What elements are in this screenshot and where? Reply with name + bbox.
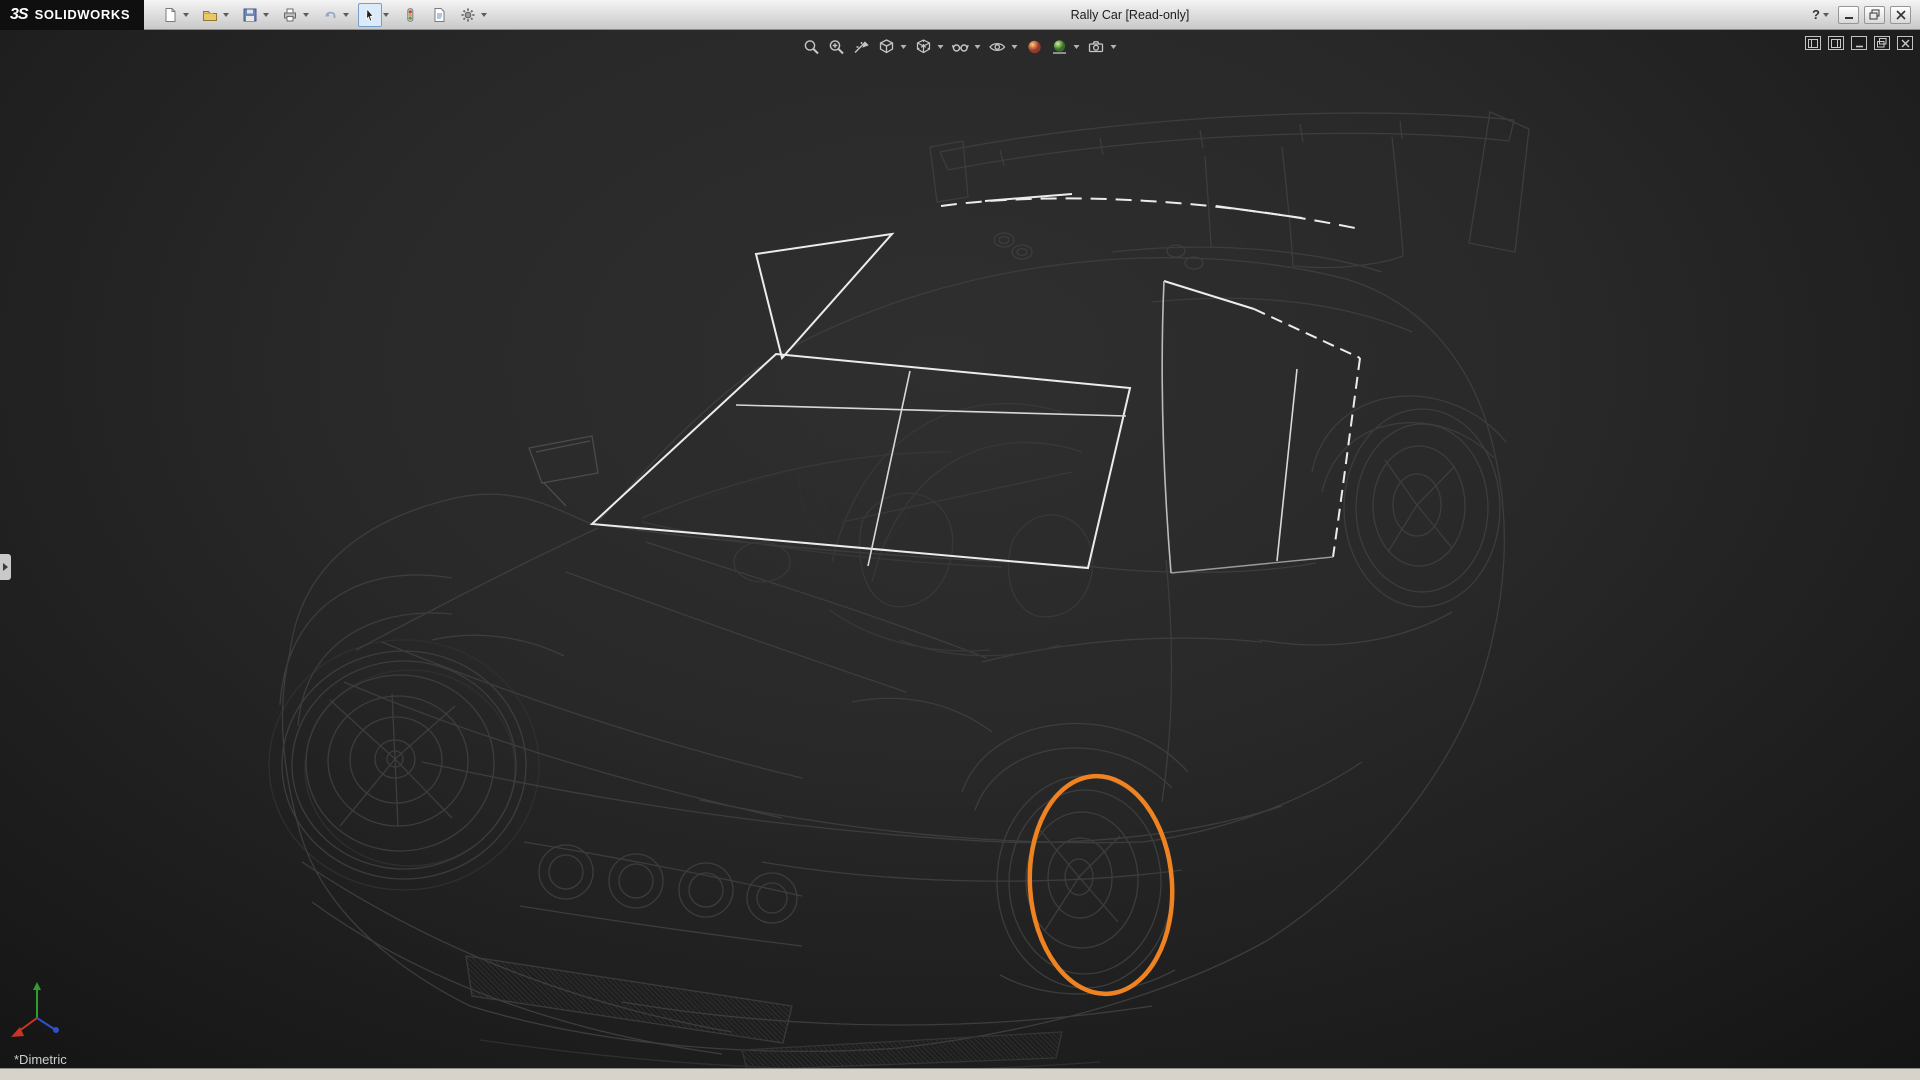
select-tool-dropdown[interactable] <box>383 13 389 17</box>
rebuild-button[interactable] <box>398 3 422 27</box>
rally-car-wireframe[interactable] <box>269 112 1529 1068</box>
app-window-controls: ? <box>1812 6 1920 24</box>
close-icon <box>1896 10 1906 20</box>
display-style-button[interactable] <box>912 35 936 59</box>
brand-mark: 3S <box>10 6 28 24</box>
flyout-arrow-icon <box>3 563 8 571</box>
file-properties-icon <box>431 7 447 23</box>
display-pane-icon <box>1831 39 1841 48</box>
document-window-controls <box>1805 36 1913 50</box>
view-orientation-icon <box>878 38 896 56</box>
hide-show-items-dropdown[interactable] <box>975 45 981 49</box>
options-dropdown[interactable] <box>481 13 487 17</box>
undo-dropdown[interactable] <box>343 13 349 17</box>
apply-scene-button[interactable] <box>1048 35 1072 59</box>
zoom-to-area-icon <box>828 38 846 56</box>
feature-tree-flyout[interactable] <box>0 554 11 580</box>
display-style-dropdown[interactable] <box>938 45 944 49</box>
select-cursor-icon <box>362 7 378 23</box>
status-bar <box>0 1068 1920 1080</box>
select-tool-button[interactable] <box>358 3 382 27</box>
doc-minimize-button[interactable] <box>1851 36 1867 50</box>
orientation-triad <box>11 982 59 1037</box>
display-style-icon <box>915 38 933 56</box>
apply-scene-dropdown[interactable] <box>1074 45 1080 49</box>
feature-pane-icon <box>1808 39 1818 48</box>
edit-appearance-button[interactable] <box>1023 35 1047 59</box>
new-document-dropdown[interactable] <box>183 13 189 17</box>
minimize-button[interactable] <box>1838 6 1859 24</box>
undo-button[interactable] <box>318 3 342 27</box>
help-dropdown[interactable] <box>1823 13 1829 17</box>
solidworks-window: 3S SOLIDWORKS <box>0 0 1920 1080</box>
selected-edge-highlight[interactable] <box>1023 771 1180 998</box>
doc-close-button[interactable] <box>1897 36 1913 50</box>
hide-show-items-icon <box>952 38 970 56</box>
view-settings-button[interactable] <box>986 35 1010 59</box>
close-button[interactable] <box>1890 6 1911 24</box>
view-settings-eye-icon <box>989 38 1007 56</box>
camera-views-dropdown[interactable] <box>1111 45 1117 49</box>
titlebar: 3S SOLIDWORKS <box>0 0 1920 30</box>
print-icon <box>282 7 298 23</box>
save-dropdown[interactable] <box>263 13 269 17</box>
section-view-button[interactable] <box>850 35 874 59</box>
minimize-icon <box>1844 10 1854 20</box>
solidworks-logo: 3S SOLIDWORKS <box>0 0 144 30</box>
file-properties-button[interactable] <box>427 3 451 27</box>
section-view-icon <box>853 38 871 56</box>
open-icon <box>202 7 218 23</box>
print-dropdown[interactable] <box>303 13 309 17</box>
doc-close-icon <box>1901 39 1910 48</box>
doc-minimize-icon <box>1855 39 1864 48</box>
options-button[interactable] <box>456 3 480 27</box>
zoom-to-area-button[interactable] <box>825 35 849 59</box>
help-button[interactable]: ? <box>1812 7 1833 22</box>
view-orientation-dropdown[interactable] <box>901 45 907 49</box>
save-icon <box>242 7 258 23</box>
restore-icon <box>1869 9 1880 20</box>
view-orientation-label: *Dimetric <box>14 1052 67 1067</box>
brand-name: SOLIDWORKS <box>35 7 131 22</box>
new-document-icon <box>162 7 178 23</box>
doc-restore-icon <box>1877 38 1887 48</box>
open-dropdown[interactable] <box>223 13 229 17</box>
edit-appearance-icon <box>1026 38 1044 56</box>
camera-views-button[interactable] <box>1085 35 1109 59</box>
feature-pane-button[interactable] <box>1805 36 1821 50</box>
options-gear-icon <box>460 7 476 23</box>
view-settings-dropdown[interactable] <box>1012 45 1018 49</box>
help-icon: ? <box>1812 7 1820 22</box>
rebuild-icon <box>402 7 418 23</box>
open-button[interactable] <box>198 3 222 27</box>
new-document-button[interactable] <box>158 3 182 27</box>
print-button[interactable] <box>278 3 302 27</box>
graphics-area[interactable]: *Dimetric <box>0 30 1920 1068</box>
display-pane-button[interactable] <box>1828 36 1844 50</box>
standard-toolbar <box>158 3 495 27</box>
hide-show-items-button[interactable] <box>949 35 973 59</box>
view-orientation-button[interactable] <box>875 35 899 59</box>
restore-button[interactable] <box>1864 6 1885 24</box>
apply-scene-icon <box>1051 38 1069 56</box>
document-title: Rally Car [Read-only] <box>470 8 1790 22</box>
undo-icon <box>322 7 338 23</box>
save-button[interactable] <box>238 3 262 27</box>
camera-views-icon <box>1088 38 1106 56</box>
zoom-to-fit-icon <box>803 38 821 56</box>
doc-restore-button[interactable] <box>1874 36 1890 50</box>
model-scene[interactable] <box>0 30 1920 1068</box>
heads-up-view-toolbar <box>800 35 1121 59</box>
zoom-to-fit-button[interactable] <box>800 35 824 59</box>
